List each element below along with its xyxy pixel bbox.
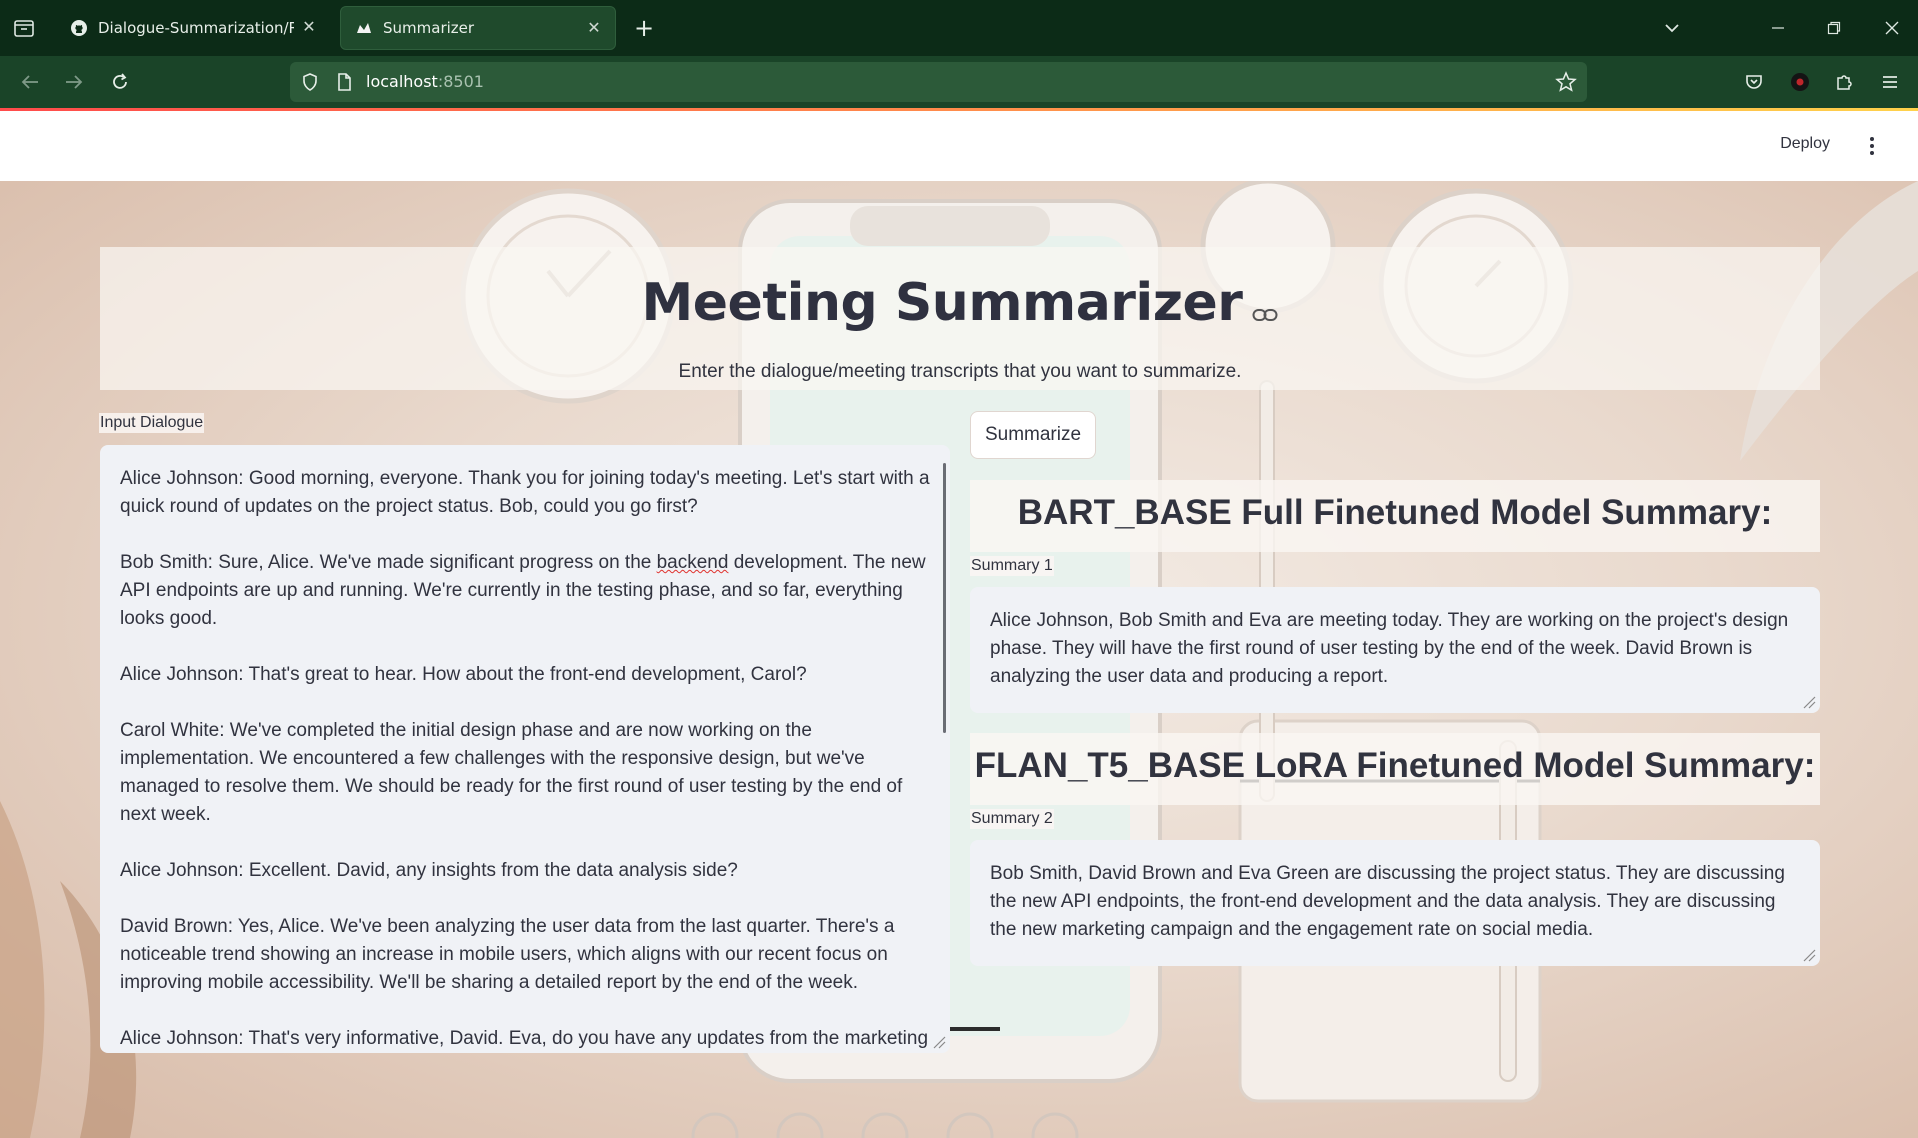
summary2-heading: FLAN_T5_BASE LoRA Finetuned Model Summar… — [974, 746, 1816, 785]
summary2-heading-banner: FLAN_T5_BASE LoRA Finetuned Model Summar… — [970, 733, 1820, 805]
address-bar[interactable]: localhost:8501 — [290, 62, 1587, 102]
app-header: Deploy — [0, 111, 1918, 181]
browser-nav-bar: localhost:8501 — [0, 56, 1918, 108]
close-tab-icon[interactable]: ✕ — [300, 18, 318, 36]
app-menu-icon[interactable] — [1876, 68, 1904, 96]
app-main: Meeting Summarizer Enter the dialogue/me… — [0, 181, 1918, 1138]
github-icon — [70, 19, 88, 37]
input-text-part: development. The new API endpoints are u… — [120, 552, 929, 1049]
url-host: localhost — [366, 72, 438, 91]
input-dialogue-label: Input Dialogue — [99, 413, 205, 433]
summary2-text: Bob Smith, David Brown and Eva Green are… — [990, 863, 1791, 940]
extensions-puzzle-icon[interactable] — [1830, 68, 1858, 96]
url-text[interactable]: localhost:8501 — [366, 72, 484, 91]
minimize-icon[interactable] — [1760, 10, 1796, 46]
summary1-textarea[interactable]: Alice Johnson, Bob Smith and Eva are mee… — [970, 587, 1820, 713]
page-title: Meeting Summarizer — [100, 273, 1820, 336]
main-menu-icon[interactable] — [1862, 135, 1882, 157]
new-tab-button[interactable]: + — [630, 14, 658, 42]
page-title-text: Meeting Summarizer — [641, 273, 1243, 333]
resize-handle-icon[interactable] — [1802, 948, 1816, 962]
pocket-icon[interactable] — [1740, 68, 1768, 96]
streamlit-icon — [355, 19, 373, 37]
close-tab-icon[interactable]: ✕ — [585, 19, 603, 37]
close-window-icon[interactable] — [1874, 10, 1910, 46]
bookmark-star-icon[interactable] — [1555, 71, 1577, 97]
tab-title: Dialogue-Summarization/READ — [98, 19, 294, 37]
url-port: :8501 — [437, 72, 484, 91]
browser-tab-summarizer[interactable]: Summarizer ✕ — [340, 6, 616, 50]
firefox-view-icon[interactable] — [12, 16, 36, 40]
deploy-button[interactable]: Deploy — [1780, 135, 1830, 153]
input-dialogue-textarea[interactable]: Alice Johnson: Good morning, everyone. T… — [100, 445, 950, 1053]
anchor-link-icon[interactable] — [1252, 276, 1278, 336]
summary1-heading: BART_BASE Full Finetuned Model Summary: — [1017, 493, 1773, 532]
spellcheck-word: backend — [656, 552, 729, 573]
title-banner: Meeting Summarizer Enter the dialogue/me… — [100, 247, 1820, 390]
summary1-text: Alice Johnson, Bob Smith and Eva are mee… — [990, 610, 1794, 687]
browser-tab-github[interactable]: Dialogue-Summarization/READ ✕ — [56, 6, 330, 50]
extension-profile-icon[interactable] — [1786, 68, 1814, 96]
tab-title: Summarizer — [383, 19, 475, 37]
list-all-tabs-icon[interactable] — [1660, 16, 1684, 40]
resize-handle-icon[interactable] — [932, 1035, 946, 1049]
browser-tab-strip: Dialogue-Summarization/READ ✕ Summarizer… — [0, 0, 1918, 56]
summarize-button[interactable]: Summarize — [970, 411, 1096, 459]
resize-handle-icon[interactable] — [1802, 695, 1816, 709]
page-info-icon[interactable] — [334, 72, 354, 96]
restore-icon[interactable] — [1816, 10, 1852, 46]
summary1-heading-banner: BART_BASE Full Finetuned Model Summary: — [970, 480, 1820, 552]
reload-icon[interactable] — [106, 68, 134, 96]
shield-icon[interactable] — [300, 72, 320, 96]
summary1-label: Summary 1 — [970, 556, 1054, 576]
summary2-label: Summary 2 — [970, 809, 1054, 829]
textarea-scrollbar[interactable] — [943, 463, 946, 733]
forward-arrow-icon[interactable] — [60, 68, 88, 96]
summary2-textarea[interactable]: Bob Smith, David Brown and Eva Green are… — [970, 840, 1820, 966]
back-arrow-icon[interactable] — [16, 68, 44, 96]
page-subtitle: Enter the dialogue/meeting transcripts t… — [678, 361, 1242, 382]
